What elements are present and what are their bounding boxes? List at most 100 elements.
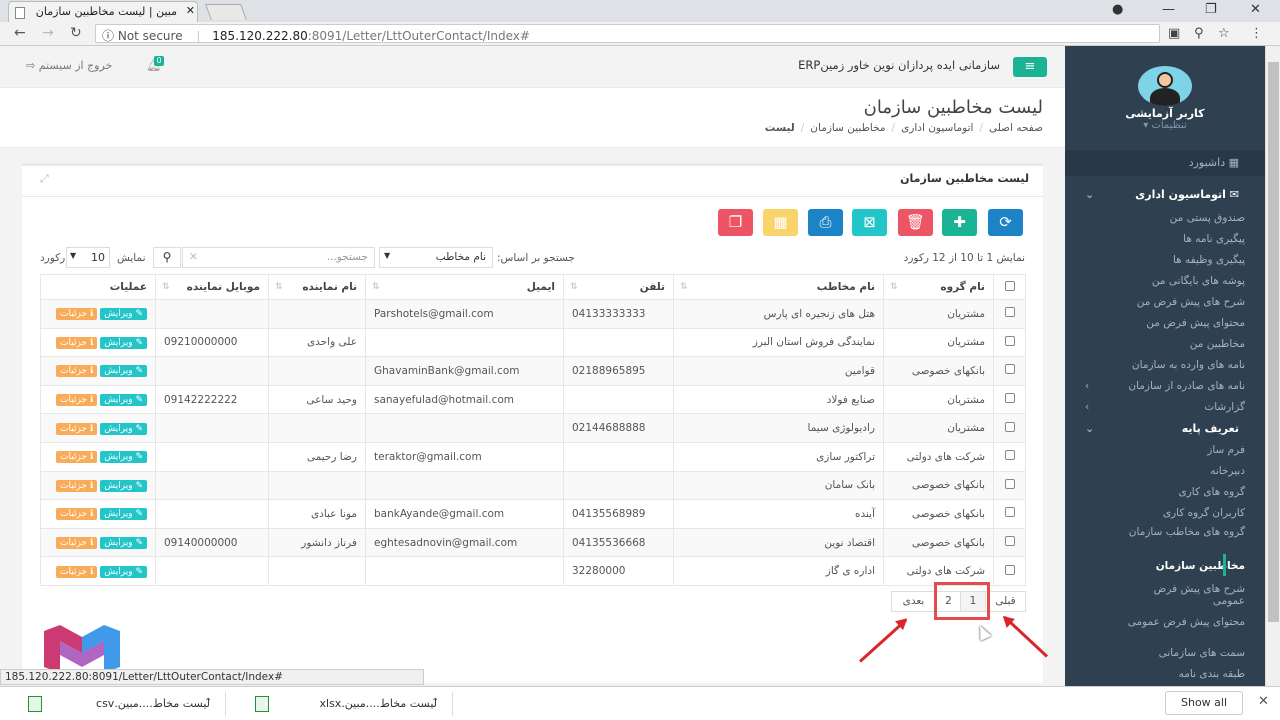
sidebar-item-items1-9[interactable]: گزارشات ›	[1065, 401, 1265, 413]
profile-icon[interactable]: ●	[1112, 2, 1123, 17]
row-checkbox[interactable]	[1004, 364, 1015, 375]
col-mobile[interactable]: موبایل نماینده ⇅	[155, 274, 269, 300]
sidebar-item-items2-4[interactable]: گروه های مخاطب سازمان	[1065, 526, 1265, 538]
browser-tab[interactable]: مبین | لیست مخاطبین سازمان ✕	[8, 1, 198, 22]
translate-icon[interactable]: ▣	[1168, 26, 1180, 41]
bookmark-star-icon[interactable]: ☆	[1218, 26, 1230, 41]
col-contact[interactable]: نام مخاطب ⇅	[673, 274, 884, 300]
close-downloads-icon[interactable]: ✕	[1258, 694, 1269, 709]
sidebar-item-items1-8[interactable]: نامه های صادره از سازمان ›	[1065, 380, 1265, 392]
sidebar-item-items1-7[interactable]: نامه های وارده به سازمان	[1065, 359, 1265, 371]
table-row[interactable]: شرکت های دولتی اداره ی گاز 32280000 ✎ ویرای…	[40, 556, 1026, 586]
edit-button[interactable]: ✎ ویرایش	[100, 308, 147, 321]
delete-button[interactable]: 🗑︎	[898, 209, 933, 236]
row-checkbox[interactable]	[1004, 536, 1015, 547]
table-row[interactable]: بانکهای خصوصی اقتصاد نوین 04135536668 eghte…	[40, 527, 1026, 558]
details-button[interactable]: ℹ جزئیات	[56, 508, 98, 521]
sidebar-item-items2-5[interactable]: مخاطبین سازمان	[1065, 560, 1265, 572]
edit-button[interactable]: ✎ ویرایش	[100, 479, 147, 492]
refresh-button[interactable]: ⟳	[988, 209, 1023, 236]
user-avatar[interactable]	[1138, 66, 1192, 106]
sidebar-item-items1-4[interactable]: شرح های پیش فرض من	[1065, 296, 1265, 308]
row-checkbox[interactable]	[1004, 478, 1015, 489]
edit-button[interactable]: ✎ ویرایش	[100, 365, 147, 378]
add-button[interactable]: ✚	[942, 209, 977, 236]
search-button[interactable]: ⚲	[153, 247, 181, 268]
row-checkbox[interactable]	[1004, 393, 1015, 404]
table-row[interactable]: مشتریان رادیولوژی سیما 02144688888 ✎ ویرایش…	[40, 413, 1026, 443]
edit-button[interactable]: ✎ ویرایش	[100, 422, 147, 435]
page-scrollbar[interactable]	[1265, 46, 1280, 686]
scroll-thumb[interactable]	[1268, 62, 1279, 622]
chevron-up-icon[interactable]: ⌃	[204, 697, 212, 708]
menu-dots-icon[interactable]: ⋮	[1250, 26, 1263, 41]
table-row[interactable]: بانکهای خصوصی بانک سامان ✎ ویرایشℹ جزئیات	[40, 470, 1026, 501]
close-tab-icon[interactable]: ✕	[186, 4, 195, 17]
table-row[interactable]: بانکهای خصوصی آینده 04135568989 bankAyande@…	[40, 499, 1026, 529]
details-button[interactable]: ℹ جزئیات	[56, 336, 98, 349]
edit-button[interactable]: ✎ ویرایش	[100, 451, 147, 464]
sidebar-item-items2-2[interactable]: گروه های کاری	[1065, 486, 1265, 498]
info-icon[interactable]: ⓘ	[102, 29, 114, 43]
col-phone[interactable]: تلفن ⇅	[563, 274, 674, 300]
minimize-icon[interactable]: —	[1162, 2, 1175, 17]
sidebar-item-items1-3[interactable]: پوشه های بایگانی من	[1065, 275, 1265, 287]
details-button[interactable]: ℹ جزئیات	[56, 537, 98, 550]
columns-button[interactable]: ▦	[763, 209, 798, 236]
table-row[interactable]: بانکهای خصوصی قوامین 02188965895 GhavaminBa…	[40, 356, 1026, 386]
sidebar-item-items1-2[interactable]: پیگیری وظیفه ها	[1065, 254, 1265, 266]
sidebar-item-dashboard[interactable]: ▦ داشبورد	[1065, 150, 1265, 176]
sidebar-item-items1-1[interactable]: پیگیری نامه ها	[1065, 233, 1265, 245]
download-item-xlsx[interactable]: لیست مخاط....مبین.xlsx ⌃	[235, 691, 447, 717]
page-length-select[interactable]: 10 ▼	[66, 247, 110, 268]
sidebar-toggle-button[interactable]: ≡	[1013, 57, 1047, 77]
details-button[interactable]: ℹ جزئیات	[56, 422, 98, 435]
copy-button[interactable]: ❐	[718, 209, 753, 236]
table-row[interactable]: مشتریان هتل های زنجیره ای پارس 04133333333…	[40, 299, 1026, 329]
sidebar-item-items1-5[interactable]: محتوای پیش فرض من	[1065, 317, 1265, 329]
breadcrumb-home[interactable]: صفحه اصلی	[989, 122, 1043, 134]
sidebar-section-basic[interactable]: تعریف پایه ⌄	[1065, 422, 1265, 435]
sidebar-item-items1-6[interactable]: مخاطبین من	[1065, 338, 1265, 350]
print-button[interactable]: ⎙	[808, 209, 843, 236]
sidebar-item-items2-6[interactable]: شرح های پیش فرض عمومی	[1065, 583, 1265, 607]
search-input[interactable]: جستجو... ✕	[182, 247, 375, 268]
sidebar-item-items1-0[interactable]: صندوق پستی من	[1065, 212, 1265, 224]
next-page-button[interactable]: بعدی	[891, 591, 936, 612]
back-icon[interactable]: ←	[14, 25, 26, 41]
forward-icon[interactable]: →	[42, 25, 54, 41]
select-all-checkbox[interactable]	[1004, 280, 1015, 291]
search-field-select[interactable]: نام مخاطب ▼	[379, 247, 493, 268]
breadcrumb-contacts[interactable]: مخاطبین سازمان	[810, 122, 885, 134]
table-row[interactable]: مشتریان نمایندگی فروش استان البرز علی واحد…	[40, 327, 1026, 358]
prev-page-button[interactable]: قبلی	[985, 591, 1026, 612]
breadcrumb-automation[interactable]: اتوماسیون اداری	[901, 122, 973, 134]
logout-link[interactable]: خروج از سیستم ⇨	[26, 59, 112, 72]
sidebar-item-items2-7[interactable]: محتوای پیش فرض عمومی	[1065, 616, 1265, 628]
close-window-icon[interactable]: ✕	[1250, 2, 1261, 17]
restore-icon[interactable]: ❐	[1205, 2, 1217, 17]
details-button[interactable]: ℹ جزئیات	[56, 365, 98, 378]
sidebar-item-items2-8[interactable]: سمت های سازمانی	[1065, 647, 1265, 659]
row-checkbox[interactable]	[1004, 421, 1015, 432]
edit-button[interactable]: ✎ ویرایش	[100, 336, 147, 349]
col-group[interactable]: نام گروه ⇅	[883, 274, 994, 300]
new-tab-button[interactable]	[205, 4, 247, 20]
row-checkbox[interactable]	[1004, 307, 1015, 318]
show-all-button[interactable]: Show all	[1165, 691, 1243, 715]
sidebar-item-items2-0[interactable]: فرم ساز	[1065, 444, 1265, 456]
row-checkbox[interactable]	[1004, 335, 1015, 346]
sidebar-item-items2-9[interactable]: طبقه بندی نامه	[1065, 668, 1265, 680]
sidebar-item-items2-1[interactable]: دبیرخانه	[1065, 465, 1265, 477]
edit-button[interactable]: ✎ ویرایش	[100, 394, 147, 407]
col-email[interactable]: ایمیل ⇅	[365, 274, 564, 300]
details-button[interactable]: ℹ جزئیات	[56, 308, 98, 321]
table-row[interactable]: شرکت های دولتی تراکتور سازی teraktor@gmail…	[40, 441, 1026, 472]
sidebar-item-items2-3[interactable]: کاربران گروه کاری	[1065, 507, 1265, 519]
row-checkbox[interactable]	[1004, 564, 1015, 575]
row-checkbox[interactable]	[1004, 450, 1015, 461]
zoom-icon[interactable]: ⚲	[1194, 26, 1204, 41]
details-button[interactable]: ℹ جزئیات	[56, 479, 98, 492]
export-excel-button[interactable]: ⊠	[852, 209, 887, 236]
edit-button[interactable]: ✎ ویرایش	[100, 565, 147, 578]
